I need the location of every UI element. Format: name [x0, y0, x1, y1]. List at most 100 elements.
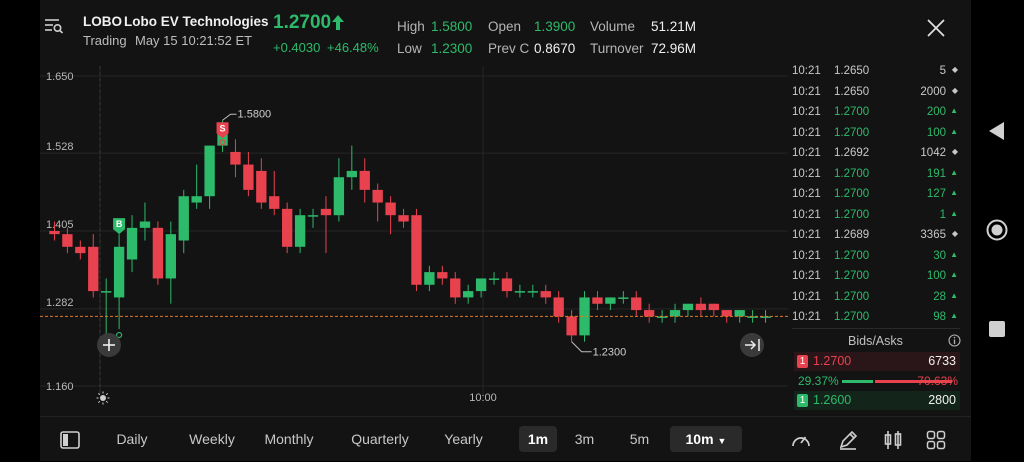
trade-direction-icon: ▲: [950, 188, 958, 197]
candle[interactable]: [475, 278, 487, 298]
candle[interactable]: [294, 208, 306, 254]
trade-volume: 1042: [920, 147, 946, 159]
candle[interactable]: [282, 202, 293, 254]
candle[interactable]: [708, 303, 719, 317]
candle[interactable]: [450, 272, 461, 304]
candle[interactable]: [669, 303, 681, 323]
candle[interactable]: [230, 139, 241, 178]
candle[interactable]: [307, 208, 319, 228]
recents-icon[interactable]: [989, 321, 1005, 337]
home-icon[interactable]: [986, 219, 1008, 241]
candle[interactable]: [631, 291, 642, 317]
trade-time: 10:21: [792, 311, 821, 323]
candle[interactable]: [152, 221, 164, 285]
candle-body: [165, 234, 176, 279]
trade-direction-icon: ▲: [950, 290, 958, 300]
candle-body: [178, 196, 189, 241]
candle-body: [437, 272, 448, 279]
draw-pen-icon[interactable]: [837, 429, 859, 451]
candle[interactable]: [463, 284, 474, 304]
candle[interactable]: [165, 221, 176, 304]
trade-volume: 5: [939, 65, 946, 77]
candle[interactable]: [527, 284, 538, 298]
candle[interactable]: [333, 158, 345, 222]
back-icon[interactable]: [989, 122, 1005, 140]
candle[interactable]: [359, 158, 370, 203]
candle[interactable]: [101, 278, 112, 336]
candle[interactable]: [411, 208, 422, 292]
candlestick-chart[interactable]: 1.650 1.528 1.405 1.282 1.160 10:00 1.5800 1.2…: [40, 66, 791, 416]
tab-monthly[interactable]: Monthly: [254, 426, 324, 452]
candle[interactable]: [424, 265, 435, 292]
candle[interactable]: [204, 145, 215, 209]
trade-direction-icon: ▲: [950, 270, 958, 279]
candle[interactable]: [488, 272, 500, 285]
close-icon[interactable]: [926, 18, 946, 38]
trade-price: 1.2700: [834, 270, 870, 282]
candle[interactable]: [139, 202, 151, 241]
candle[interactable]: [88, 234, 99, 298]
low-label: Low: [397, 41, 422, 56]
trade-direction-icon: ▲: [950, 106, 958, 115]
candle[interactable]: [695, 297, 707, 317]
candle[interactable]: [514, 284, 526, 298]
turnover-value: 72.96M: [651, 41, 697, 56]
candle-body: [488, 278, 500, 280]
trade-volume: 2000: [920, 85, 946, 98]
candle[interactable]: [372, 183, 383, 222]
candle-body: [126, 227, 138, 260]
candle-body: [113, 246, 125, 298]
candle[interactable]: [540, 284, 551, 304]
tab-yearly[interactable]: Yearly: [436, 426, 491, 452]
bids-asks-panel[interactable]: Bids/Asks 1 1.2700 6733 29.37% 70.63% 1 …: [792, 330, 962, 410]
candle[interactable]: [605, 297, 616, 311]
candle[interactable]: [385, 196, 396, 235]
grid-menu-icon[interactable]: [926, 430, 946, 450]
split-view-icon[interactable]: [60, 431, 80, 449]
trade-price: 1.2692: [834, 147, 870, 159]
candle[interactable]: [178, 189, 189, 254]
add-indicator-button[interactable]: [97, 333, 121, 357]
candle[interactable]: [269, 170, 280, 216]
candle[interactable]: [566, 310, 577, 342]
trade-price: 1.2650: [834, 65, 870, 77]
trade-price: 1.2689: [834, 229, 870, 241]
tab-5m[interactable]: 5m: [622, 426, 657, 452]
candle-body: [204, 145, 215, 197]
candle[interactable]: [501, 272, 513, 298]
candle[interactable]: [346, 145, 357, 190]
tab-3m[interactable]: 3m: [567, 426, 602, 452]
volume-label: Volume: [590, 19, 636, 34]
candle[interactable]: [437, 265, 448, 285]
tab-quarterly[interactable]: Quarterly: [340, 426, 420, 452]
candle[interactable]: [75, 240, 86, 260]
bid-ratio-bar: [842, 380, 873, 383]
candle[interactable]: [126, 215, 138, 273]
candle[interactable]: [62, 227, 73, 254]
candle[interactable]: [592, 291, 603, 311]
scroll-to-latest-button[interactable]: [740, 333, 764, 357]
tab-daily[interactable]: Daily: [102, 426, 162, 452]
candle[interactable]: [398, 208, 409, 228]
trade-row: 10:21 1.2700 100 ▲: [792, 267, 960, 287]
tab-1m[interactable]: 1m: [519, 426, 557, 452]
candle[interactable]: [256, 158, 267, 209]
trade-time: 10:21: [792, 85, 821, 98]
candle[interactable]: [243, 151, 254, 197]
trade-volume: 30: [933, 249, 946, 262]
bid-size: 2800: [928, 393, 956, 407]
candle[interactable]: [644, 303, 655, 323]
candle[interactable]: [320, 196, 332, 254]
trade-row: 10:21 1.2700 98 ▲: [792, 308, 960, 328]
candle[interactable]: [553, 291, 564, 323]
candle[interactable]: [682, 303, 694, 317]
info-icon[interactable]: [948, 334, 961, 347]
candlestick-indicator-icon[interactable]: [882, 429, 904, 451]
candle[interactable]: [618, 291, 629, 304]
candle[interactable]: [113, 234, 125, 330]
gauge-icon[interactable]: [790, 430, 812, 450]
tab-10m[interactable]: 10m ▼: [670, 426, 742, 452]
watchlist-search-icon[interactable]: [44, 16, 64, 36]
candle[interactable]: [191, 164, 202, 209]
tab-weekly[interactable]: Weekly: [174, 426, 250, 452]
